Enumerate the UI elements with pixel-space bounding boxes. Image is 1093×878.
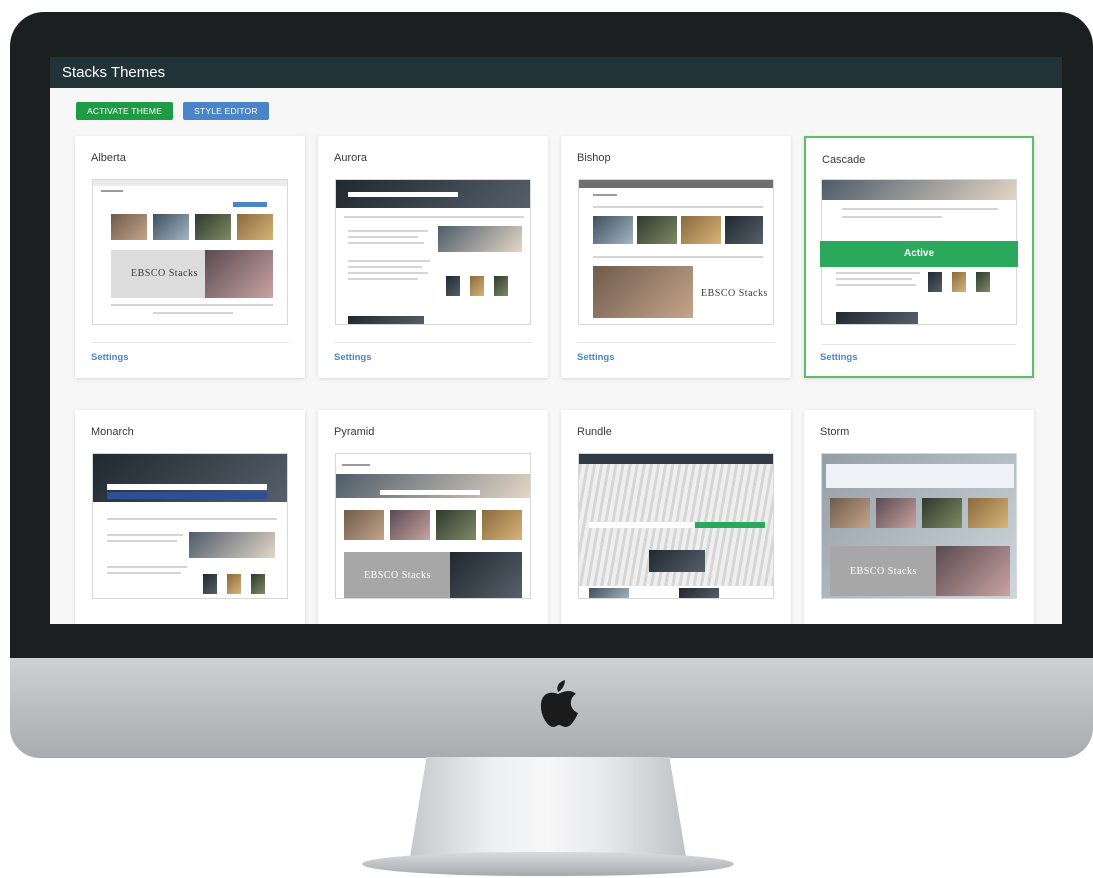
theme-name: Alberta: [91, 152, 126, 164]
activate-theme-button[interactable]: ACTIVATE THEME: [76, 102, 174, 120]
theme-name: Rundle: [577, 426, 612, 438]
theme-grid: Alberta EBSCO Stacks Settings Aurora Set…: [75, 136, 1034, 624]
style-editor-button[interactable]: STYLE EDITOR: [183, 102, 269, 120]
theme-name: Cascade: [822, 154, 866, 166]
theme-card-alberta[interactable]: Alberta EBSCO Stacks Settings: [75, 136, 305, 378]
theme-card-pyramid[interactable]: Pyramid EBSCO Stacks: [318, 410, 548, 624]
theme-preview-thumbnail[interactable]: EBSCO Stacks: [578, 179, 774, 325]
theme-name: Bishop: [577, 152, 611, 164]
theme-card-bishop[interactable]: Bishop EBSCO Stacks Settings: [561, 136, 791, 378]
theme-settings-link[interactable]: Settings: [577, 352, 614, 363]
theme-card-storm[interactable]: Storm EBSCO Stacks: [804, 410, 1034, 624]
card-divider: [334, 342, 532, 343]
theme-name: Aurora: [334, 152, 368, 164]
theme-preview-thumbnail[interactable]: [92, 453, 288, 599]
theme-card-aurora[interactable]: Aurora Settings: [318, 136, 548, 378]
apple-logo-icon: [540, 680, 578, 727]
theme-settings-link[interactable]: Settings: [91, 352, 128, 363]
toolbar: ACTIVATE THEME STYLE EDITOR: [76, 102, 269, 120]
theme-name: Storm: [820, 426, 850, 438]
theme-card-rundle[interactable]: Rundle: [561, 410, 791, 624]
theme-preview-thumbnail[interactable]: [578, 453, 774, 599]
card-divider: [577, 342, 775, 343]
monitor-stand-foot: [362, 852, 734, 876]
theme-card-monarch[interactable]: Monarch: [75, 410, 305, 624]
thumbnail-logo: EBSCO Stacks: [701, 288, 768, 299]
thumbnail-logo: EBSCO Stacks: [850, 566, 917, 577]
theme-settings-link[interactable]: Settings: [334, 352, 371, 363]
theme-preview-thumbnail[interactable]: [335, 179, 531, 325]
screen: Stacks Themes ACTIVATE THEME STYLE EDITO…: [50, 57, 1062, 624]
card-divider: [822, 344, 1016, 345]
active-badge: Active: [820, 241, 1018, 267]
monitor-stand-neck: [410, 757, 686, 857]
theme-preview-thumbnail[interactable]: EBSCO Stacks: [335, 453, 531, 599]
theme-preview-thumbnail[interactable]: EBSCO Stacks: [92, 179, 288, 325]
card-divider: [91, 342, 289, 343]
theme-name: Monarch: [91, 426, 134, 438]
page-title: Stacks Themes: [50, 57, 1062, 88]
thumbnail-logo: EBSCO Stacks: [131, 268, 198, 279]
theme-card-cascade[interactable]: Cascade Active Settings: [804, 136, 1034, 378]
theme-preview-thumbnail[interactable]: EBSCO Stacks: [821, 453, 1017, 599]
theme-name: Pyramid: [334, 426, 375, 438]
thumbnail-logo: EBSCO Stacks: [364, 570, 431, 581]
theme-settings-link[interactable]: Settings: [820, 352, 857, 363]
